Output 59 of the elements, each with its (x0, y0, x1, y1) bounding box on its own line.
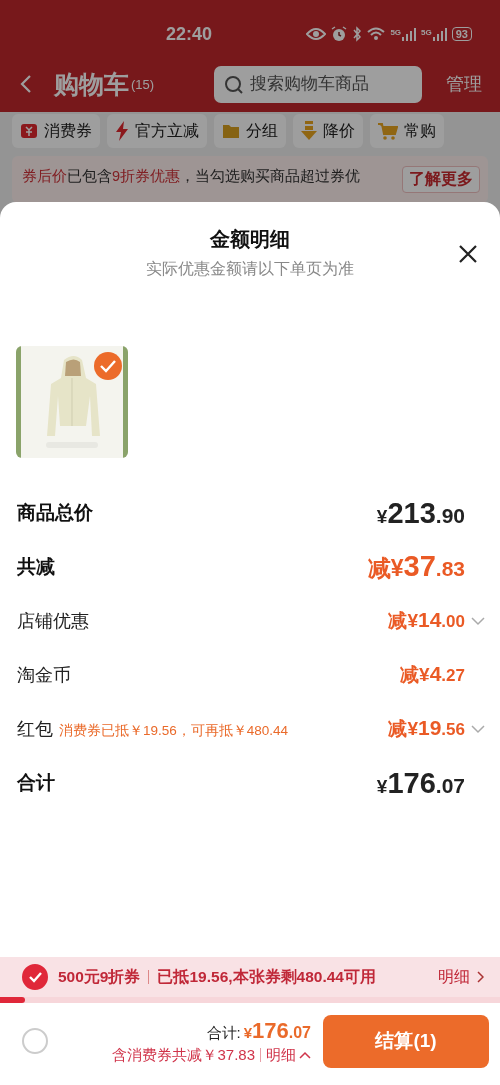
eye-icon (306, 27, 327, 41)
status-time: 22:40 (166, 23, 213, 45)
folder-icon (222, 123, 240, 139)
chevron-right-icon (476, 971, 484, 983)
select-all-radio[interactable] (22, 1028, 48, 1054)
signal-icon (432, 27, 447, 41)
alarm-icon (331, 26, 348, 42)
filter-chip[interactable]: 官方立减 (107, 114, 207, 148)
checkmark-icon[interactable] (94, 352, 122, 380)
wifi-icon (367, 27, 386, 41)
filter-chip[interactable]: 分组 (214, 114, 286, 148)
network-label: 5G (390, 27, 402, 37)
amount: 减¥4.27 (400, 662, 465, 687)
down-arrow-icon (301, 121, 317, 141)
coupon-title: 500元9折券 (58, 966, 141, 987)
filter-chip[interactable]: 降价 (293, 114, 363, 148)
detail-link[interactable]: 明细 (438, 966, 484, 988)
amount: ¥213.90 (376, 496, 465, 530)
amount: 减¥14.00 (388, 608, 465, 633)
detail-link[interactable]: 明细 (266, 1045, 311, 1065)
row-label: 共减 (17, 555, 55, 579)
row-label: 合计 (17, 771, 55, 795)
row-label: 红包 (17, 718, 53, 741)
bluetooth-icon (352, 26, 363, 42)
row-label: 商品总价 (17, 501, 93, 525)
sheet-subtitle: 实际优惠金额请以下单页为准 (146, 259, 354, 279)
checkmark-icon (28, 971, 42, 983)
lightning-icon (115, 121, 129, 141)
saving-text: 含消费券共减￥37.83 (112, 1045, 255, 1065)
battery-level: 93 (451, 27, 472, 41)
row-note: 消费券已抵￥19.56，可再抵￥480.44 (59, 722, 289, 740)
row-label: 店铺优惠 (17, 610, 89, 633)
row-label: 淘金币 (17, 664, 71, 687)
network-label: 5G (421, 27, 432, 37)
back-icon[interactable] (20, 74, 32, 94)
chevron-down-icon[interactable] (471, 724, 485, 734)
search-icon (224, 74, 244, 95)
chevron-down-icon[interactable] (471, 616, 485, 626)
coupon-detail: 已抵19.56,本张券剩480.44可用 (157, 966, 376, 987)
sheet-title: 金额明细 (210, 227, 290, 252)
signal-icon (402, 27, 417, 41)
total-label: 合计: (206, 1023, 241, 1043)
amount: 减¥19.56 (388, 716, 465, 741)
amount: ¥176.07 (376, 766, 465, 800)
learn-more-button[interactable]: 了解更多 (402, 166, 480, 193)
chevron-up-icon (299, 1051, 311, 1059)
filter-chip[interactable]: 常购 (370, 114, 444, 148)
checkbox[interactable] (22, 964, 48, 990)
cart-icon (378, 122, 398, 140)
manage-link[interactable]: 管理 (446, 72, 482, 96)
filter-chip[interactable]: 消费券 (12, 114, 100, 148)
page-title: 购物车 (54, 68, 129, 100)
total-amount: ¥176.07 (243, 1017, 311, 1044)
search-field[interactable]: 搜索购物车商品 (214, 65, 422, 103)
ticket-icon (20, 122, 38, 140)
notice-text: 券后价已包含9折券优惠，当勾选购买商品超过券优 (22, 167, 361, 186)
amount: 减¥37.83 (367, 550, 465, 584)
item-count: (15) (131, 76, 155, 92)
close-icon[interactable] (458, 244, 478, 264)
